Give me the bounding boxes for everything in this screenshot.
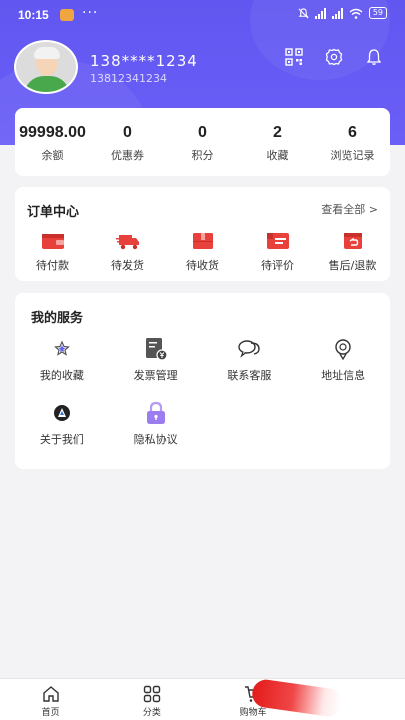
- refund-icon: [343, 233, 362, 249]
- service-customer-support[interactable]: 联系客服: [203, 337, 297, 401]
- order-pending-shipment[interactable]: 待发货: [90, 231, 165, 273]
- chat-icon: [238, 340, 261, 358]
- service-favorites[interactable]: 我的收藏: [15, 337, 109, 401]
- order-after-sales[interactable]: 售后/退款: [315, 231, 390, 273]
- wallet-icon: [41, 234, 64, 249]
- mute-icon: [298, 7, 309, 18]
- location-icon: [335, 339, 351, 361]
- service-label: 隐私协议: [133, 433, 178, 446]
- my-services-card: 我的服务 我的收藏 发票管理 联系客服 地址信息 关于我们 隐私协议: [15, 293, 390, 469]
- service-about-us[interactable]: 关于我们: [15, 401, 109, 465]
- service-label: 关于我们: [39, 433, 84, 446]
- stat-points[interactable]: 0 积分: [165, 108, 240, 176]
- service-label: 我的收藏: [39, 369, 84, 382]
- order-item-label: 待发货: [111, 259, 144, 272]
- stat-label: 积分: [191, 149, 214, 162]
- user-phone-full: 13812341234: [90, 72, 167, 85]
- tab-label: 首页: [41, 708, 60, 718]
- status-icons: 59: [298, 7, 387, 19]
- stat-balance[interactable]: 99998.00 余额: [15, 108, 90, 176]
- stat-value: 2: [273, 124, 282, 141]
- my-services-title: 我的服务: [31, 311, 84, 326]
- truck-icon: [115, 235, 139, 250]
- avatar[interactable]: [14, 40, 78, 94]
- star-icon: [53, 340, 70, 356]
- stat-label: 优惠券: [111, 149, 144, 162]
- stat-history[interactable]: 6 浏览记录: [315, 108, 390, 176]
- tab-category[interactable]: 分类: [101, 679, 202, 720]
- signal-icon: [331, 7, 343, 19]
- service-invoice[interactable]: 发票管理: [109, 337, 203, 401]
- wifi-icon: [349, 8, 363, 19]
- stat-label: 浏览记录: [330, 149, 375, 162]
- package-icon: [192, 233, 213, 249]
- order-pending-payment[interactable]: 待付款: [15, 231, 90, 273]
- invoice-icon: [145, 338, 168, 361]
- order-pending-receipt[interactable]: 待收货: [165, 231, 240, 273]
- more-notifications-icon: ···: [82, 5, 99, 21]
- order-item-label: 售后/退款: [328, 259, 377, 272]
- service-label: 联系客服: [227, 369, 272, 382]
- bell-icon[interactable]: [365, 48, 383, 66]
- stat-label: 余额: [41, 149, 64, 162]
- stat-label: 收藏: [266, 149, 289, 162]
- review-icon: [266, 233, 289, 249]
- order-center-card: 订单中心 查看全部 > 待付款 待发货 待收货 待评价 售后/退款: [15, 187, 390, 281]
- order-item-label: 待评价: [261, 259, 294, 272]
- header-actions: [285, 48, 383, 66]
- app-notification-icon: [60, 9, 74, 21]
- stat-value: 0: [123, 124, 132, 141]
- order-item-label: 待收货: [186, 259, 219, 272]
- service-label: 发票管理: [133, 369, 178, 382]
- see-all-orders-link[interactable]: 查看全部 >: [321, 201, 378, 217]
- tab-label: 分类: [142, 708, 161, 718]
- user-phone-masked: 138****1234: [90, 52, 198, 70]
- stat-coupons[interactable]: 0 优惠券: [90, 108, 165, 176]
- stat-favorites[interactable]: 2 收藏: [240, 108, 315, 176]
- service-label: 地址信息: [321, 369, 366, 382]
- order-pending-review[interactable]: 待评价: [240, 231, 315, 273]
- home-icon: [42, 686, 59, 702]
- stat-value: 0: [198, 124, 207, 141]
- bottom-tab-bar: 首页 分类 购物车: [0, 678, 405, 720]
- service-address[interactable]: 地址信息: [296, 337, 390, 401]
- battery-icon: 59: [368, 7, 387, 19]
- status-time: 10:15: [18, 8, 49, 22]
- about-icon: [53, 405, 70, 421]
- service-privacy[interactable]: 隐私协议: [109, 401, 203, 465]
- qrcode-icon[interactable]: [285, 48, 303, 66]
- gear-icon[interactable]: [325, 48, 343, 66]
- stats-card: 99998.00 余额 0 优惠券 0 积分 2 收藏 6 浏览记录: [15, 108, 390, 176]
- order-item-label: 待付款: [36, 259, 69, 272]
- stat-value: 99998.00: [19, 124, 86, 141]
- signal-icon: [314, 7, 326, 19]
- tab-home[interactable]: 首页: [0, 679, 101, 720]
- order-center-title: 订单中心: [27, 205, 80, 220]
- lock-icon: [146, 401, 165, 424]
- stat-value: 6: [348, 124, 357, 141]
- status-bar: 10:15 ··· 59: [0, 0, 405, 30]
- grid-icon: [143, 685, 161, 703]
